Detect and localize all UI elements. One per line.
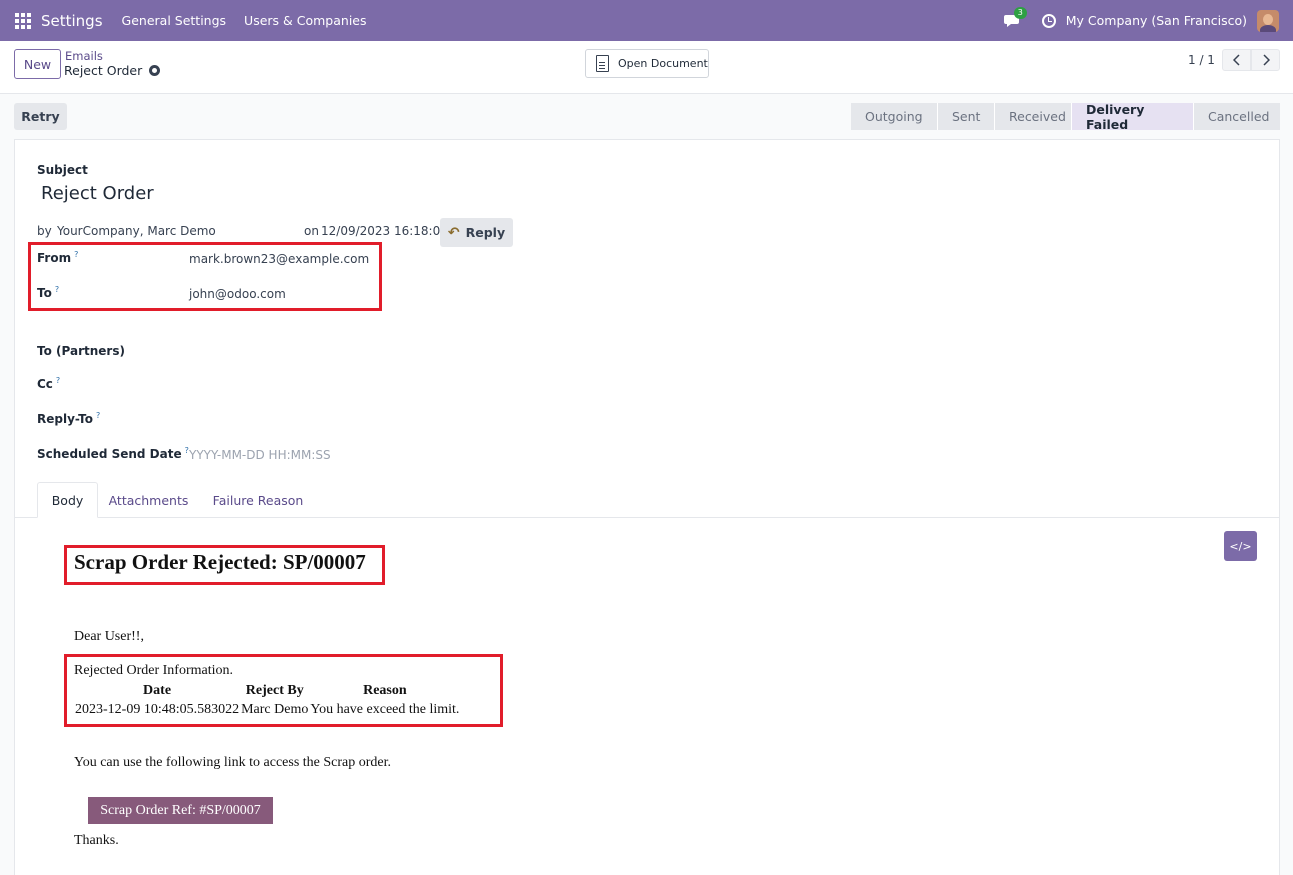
cc-help-icon[interactable]: ? xyxy=(56,376,60,385)
email-heading: Scrap Order Rejected: SP/00007 xyxy=(74,550,366,574)
email-info-title: Rejected Order Information. xyxy=(74,663,233,678)
breadcrumb-current: Reject Order xyxy=(64,63,161,78)
cc-label-text: Cc xyxy=(37,377,53,391)
to-help-icon[interactable]: ? xyxy=(55,285,59,294)
pager-value[interactable]: 1 / 1 xyxy=(1188,53,1215,67)
reply-button[interactable]: ↶ Reply xyxy=(440,218,513,247)
app-title[interactable]: Settings xyxy=(41,12,103,30)
email-greeting: Dear User!!, xyxy=(74,629,144,644)
stage-delivery-failed[interactable]: Delivery Failed xyxy=(1071,102,1193,132)
stage-outgoing[interactable]: Outgoing xyxy=(851,103,937,130)
reply-to-label-text: Reply-To xyxy=(37,412,93,426)
open-document-label: Open Document xyxy=(618,57,708,70)
table-header-date: Date xyxy=(143,682,172,698)
menu-users-companies[interactable]: Users & Companies xyxy=(244,13,366,28)
code-view-button[interactable]: </> xyxy=(1224,531,1257,561)
notebook-tabs: Body Attachments Failure Reason xyxy=(15,481,1279,518)
menu-general-settings[interactable]: General Settings xyxy=(122,13,227,28)
from-help-icon[interactable]: ? xyxy=(74,250,78,259)
document-icon xyxy=(596,55,609,72)
table-header-reason: Reason xyxy=(363,682,407,698)
top-navbar: Settings General Settings Users & Compan… xyxy=(0,0,1293,41)
new-button[interactable]: New xyxy=(14,49,61,79)
subject-label: Subject xyxy=(37,163,88,177)
email-closing: Thanks. xyxy=(74,833,119,848)
chat-icon[interactable]: 3 xyxy=(1003,6,1027,29)
control-panel: New Emails Reject Order Open Document 1 … xyxy=(0,41,1293,94)
user-avatar[interactable] xyxy=(1257,9,1279,32)
on-label: on xyxy=(304,224,319,238)
company-switcher[interactable]: My Company (San Francisco) xyxy=(1066,13,1247,28)
reply-label: Reply xyxy=(465,225,506,240)
table-row: 2023-12-09 10:48:05.583022 Marc Demo You… xyxy=(74,700,460,720)
chat-count-badge: 3 xyxy=(1013,6,1027,19)
cc-label: Cc? xyxy=(37,376,60,391)
scheduled-label-text: Scheduled Send Date xyxy=(37,447,182,461)
table-cell-date: 2023-12-09 10:48:05.583022 xyxy=(75,702,240,717)
gear-icon[interactable] xyxy=(149,65,161,76)
from-label-text: From xyxy=(37,251,72,265)
rejected-order-table: Date Reject By Reason 2023-12-09 10:48:0… xyxy=(74,681,460,720)
breadcrumb-emails[interactable]: Emails xyxy=(65,49,103,63)
chevron-right-icon xyxy=(1262,54,1270,66)
status-bar: Outgoing Sent Received Delivery Failed C… xyxy=(851,102,1280,132)
author-value: YourCompany, Marc Demo xyxy=(57,224,216,238)
form-sheet: Subject Reject Order by YourCompany, Mar… xyxy=(14,139,1280,875)
to-label: To? xyxy=(37,285,59,300)
scheduled-date-label: Scheduled Send Date? xyxy=(37,446,189,461)
reply-to-label: Reply-To? xyxy=(37,411,100,426)
email-link-text: You can use the following link to access… xyxy=(74,755,392,770)
stage-sent[interactable]: Sent xyxy=(937,103,994,130)
pager-previous-button[interactable] xyxy=(1222,49,1251,71)
by-label: by xyxy=(37,224,52,238)
to-value[interactable]: john@odoo.com xyxy=(189,287,286,301)
breadcrumb-current-label: Reject Order xyxy=(64,63,143,78)
scrap-order-ref-button[interactable]: Scrap Order Ref: #SP/00007 xyxy=(88,797,273,824)
table-header-reject-by: Reject By xyxy=(245,682,304,698)
table-cell-reason: You have exceed the limit. xyxy=(310,702,460,717)
retry-button[interactable]: Retry xyxy=(14,103,67,130)
stage-cancelled[interactable]: Cancelled xyxy=(1193,103,1280,130)
subject-value: Reject Order xyxy=(41,183,154,204)
to-partners-label: To (Partners) xyxy=(37,344,125,358)
activity-clock-icon[interactable] xyxy=(1041,13,1056,28)
pager-next-button[interactable] xyxy=(1251,49,1280,71)
tab-body[interactable]: Body xyxy=(37,482,98,518)
date-value: 12/09/2023 16:18:05 xyxy=(321,224,448,238)
to-label-text: To xyxy=(37,286,52,300)
tab-failure-reason[interactable]: Failure Reason xyxy=(208,482,308,518)
from-label: From? xyxy=(37,250,78,265)
open-document-button[interactable]: Open Document xyxy=(585,49,709,78)
reply-to-help-icon[interactable]: ? xyxy=(96,411,100,420)
scheduled-date-input[interactable]: YYYY-MM-DD HH:MM:SS xyxy=(189,448,331,462)
table-cell-reject-by: Marc Demo xyxy=(241,702,309,717)
reply-icon: ↶ xyxy=(447,224,460,241)
tab-attachments[interactable]: Attachments xyxy=(104,482,193,518)
from-value[interactable]: mark.brown23@example.com xyxy=(189,252,369,266)
apps-menu-icon[interactable] xyxy=(15,12,31,29)
stage-received[interactable]: Received xyxy=(994,103,1071,130)
chevron-left-icon xyxy=(1232,54,1240,66)
